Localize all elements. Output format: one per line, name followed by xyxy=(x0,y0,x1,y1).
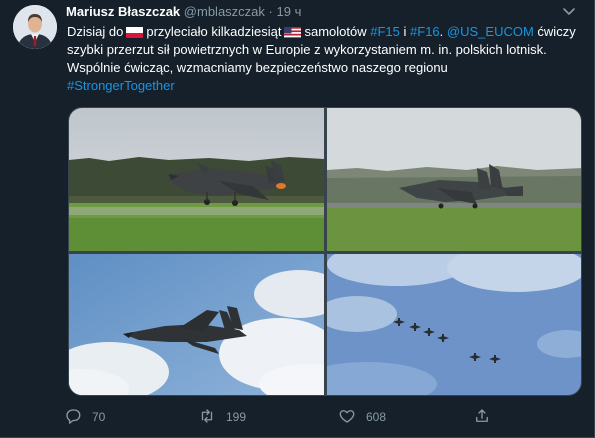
text-segment: przyleciało kilkadziesiąt xyxy=(146,24,282,39)
photo-f15-takeoff[interactable] xyxy=(69,108,324,251)
hashtag-strongertogether[interactable]: #StrongerTogether xyxy=(67,78,175,93)
retweet-button[interactable]: 199 xyxy=(198,406,246,428)
tweet-header: Mariusz Błaszczak @mblaszczak · 19 ч xyxy=(66,4,301,20)
hashtag-f16[interactable]: #F16 xyxy=(410,24,440,39)
text-segment: i xyxy=(403,24,407,39)
mention-us-eucom[interactable]: @US_EUCOM xyxy=(447,24,534,39)
reply-count: 70 xyxy=(92,410,106,424)
avatar[interactable] xyxy=(13,5,57,49)
photo-f15-runway[interactable] xyxy=(327,108,581,251)
share-icon xyxy=(473,407,491,428)
retweet-count: 199 xyxy=(226,410,247,424)
like-icon xyxy=(338,407,356,428)
tweet-actions: 70 199 608 xyxy=(64,406,584,428)
author-name[interactable]: Mariusz Błaszczak xyxy=(66,4,180,19)
poland-flag-icon xyxy=(126,26,144,38)
text-segment: samolotów xyxy=(304,24,367,39)
reply-icon xyxy=(64,407,82,428)
photo-formation[interactable] xyxy=(327,254,581,395)
like-button[interactable]: 608 xyxy=(338,406,386,428)
retweet-icon xyxy=(198,407,216,428)
reply-button[interactable]: 70 xyxy=(64,406,105,428)
like-count: 608 xyxy=(366,410,387,424)
text-segment: Dzisiaj do xyxy=(67,24,124,39)
usa-flag-icon xyxy=(284,26,302,38)
chevron-down-icon[interactable] xyxy=(559,3,579,19)
tweet-timestamp[interactable]: 19 ч xyxy=(277,4,302,19)
hashtag-f15[interactable]: #F15 xyxy=(370,24,400,39)
photo-f15-flight[interactable] xyxy=(69,254,324,395)
author-handle[interactable]: @mblaszczak xyxy=(184,4,265,19)
separator-dot: · xyxy=(268,4,273,19)
photo-grid xyxy=(68,107,582,396)
share-button[interactable] xyxy=(473,406,491,428)
tweet-text: Dzisiaj do przyleciało kilkadziesiąt samol… xyxy=(67,23,582,95)
text-segment: . xyxy=(439,24,444,39)
tweet[interactable]: Mariusz Błaszczak @mblaszczak · 19 ч Dzi… xyxy=(0,0,595,438)
